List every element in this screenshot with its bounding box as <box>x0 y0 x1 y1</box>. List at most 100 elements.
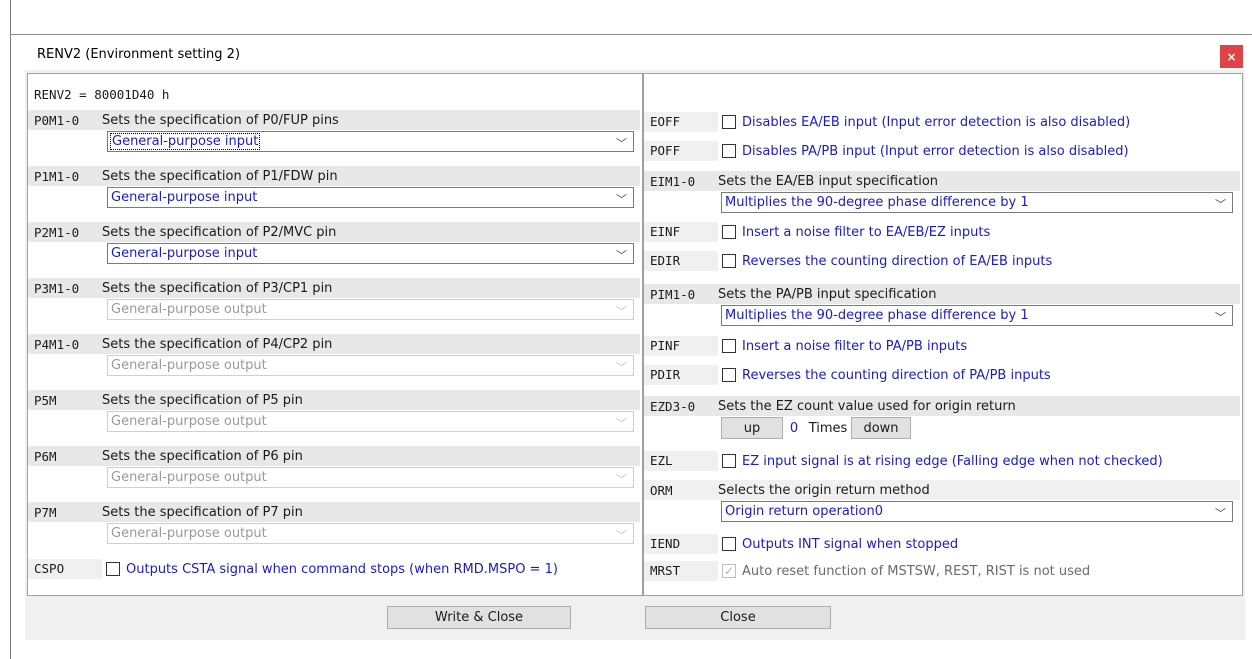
pin-row-label: P3M1-0 <box>34 280 80 296</box>
poff-text: Disables PA/PB input (Input error detect… <box>742 143 1129 159</box>
ezd-up-button[interactable]: up <box>721 417 783 439</box>
pin-mode-select: General-purpose output ﹀ <box>107 299 634 320</box>
pin-mode-value: General-purpose output <box>111 470 267 485</box>
pin-mode-select[interactable]: General-purpose input ﹀ <box>107 187 634 208</box>
chevron-down-icon: ﹀ <box>616 249 627 262</box>
eoff-text: Disables EA/EB input (Input error detect… <box>742 114 1131 130</box>
pin-row-header: P4M1-0 Sets the specification of P4/CP2 p… <box>28 334 640 354</box>
edir-checkbox[interactable] <box>722 254 736 268</box>
pin-row-label: P4M1-0 <box>34 336 80 352</box>
pin-mode-select: General-purpose output ﹀ <box>107 467 634 488</box>
right-panel: EOFF Disables EA/EB input (Input error d… <box>643 73 1243 596</box>
iend-text: Outputs INT signal when stopped <box>742 536 959 552</box>
pim-label: PIM1-0 <box>650 286 696 302</box>
pin-row-label: P7M <box>34 504 57 520</box>
pin-row-label: P1M1-0 <box>34 168 80 184</box>
pin-row-desc: Sets the specification of P7 pin <box>102 504 303 520</box>
pin-row-label: P0M1-0 <box>34 112 80 128</box>
cspo-text: Outputs CSTA signal when command stops (… <box>126 561 558 577</box>
pin-mode-select: General-purpose output ﹀ <box>107 355 634 376</box>
pin-row-desc: Sets the specification of P2/MVC pin <box>102 224 337 240</box>
eim-header: EIM1-0 Sets the EA/EB input specificatio… <box>644 171 1240 191</box>
window-title: RENV2 (Environment setting 2) <box>37 47 241 62</box>
mrst-checkbox: ✓ <box>722 564 736 578</box>
pin-mode-value: General-purpose input <box>111 190 258 205</box>
pin-row-label: P5M <box>34 392 57 408</box>
pin-mode-value: General-purpose output <box>111 358 267 373</box>
cspo-checkbox[interactable] <box>106 562 120 576</box>
pin-row-desc: Sets the specification of P3/CP1 pin <box>102 280 333 296</box>
eoff-row: EOFF Disables EA/EB input (Input error d… <box>644 112 1240 132</box>
ezd-unit: Times <box>808 420 848 436</box>
close-icon: × <box>1226 49 1237 64</box>
ezd-down-button[interactable]: down <box>851 417 911 439</box>
pin-mode-value: General-purpose output <box>111 414 267 429</box>
eoff-label: EOFF <box>644 112 718 132</box>
pin-row-desc: Sets the specification of P6 pin <box>102 448 303 464</box>
iend-checkbox[interactable] <box>722 537 736 551</box>
pin-mode-select[interactable]: General-purpose input ﹀ <box>107 131 634 152</box>
pim-header: PIM1-0 Sets the PA/PB input specificatio… <box>644 284 1240 304</box>
register-value: RENV2 = 80001D40 h <box>34 87 170 102</box>
left-panel: RENV2 = 80001D40 h P0M1-0 Sets the specif… <box>27 73 643 596</box>
close-window-button[interactable]: × <box>1220 45 1243 68</box>
pim-select[interactable]: Multiplies the 90-degree phase differenc… <box>721 305 1233 326</box>
pin-row-label: P6M <box>34 448 57 464</box>
mrst-label: MRST <box>644 561 718 581</box>
orm-header: ORM Selects the origin return method <box>644 480 1240 500</box>
chevron-down-icon: ﹀ <box>616 305 627 318</box>
pim-desc: Sets the PA/PB input specification <box>718 286 937 302</box>
ezl-text: EZ input signal is at rising edge (Falli… <box>742 453 1163 469</box>
eim-value: Multiplies the 90-degree phase differenc… <box>725 195 1029 210</box>
pin-row-header: P2M1-0 Sets the specification of P2/MVC p… <box>28 222 640 242</box>
pdir-text: Reverses the counting direction of PA/PB… <box>742 367 1051 383</box>
orm-value: Origin return operation0 <box>725 504 883 519</box>
pinf-label: PINF <box>644 336 718 356</box>
close-button[interactable]: Close <box>645 606 831 629</box>
iend-label: IEND <box>644 534 718 554</box>
pin-mode-select[interactable]: General-purpose input ﹀ <box>107 243 634 264</box>
poff-checkbox[interactable] <box>722 144 736 158</box>
ezl-label: EZL <box>644 451 718 471</box>
pin-mode-value: General-purpose input <box>111 246 258 261</box>
eoff-checkbox[interactable] <box>722 115 736 129</box>
pin-row-desc: Sets the specification of P4/CP2 pin <box>102 336 333 352</box>
ezd-label: EZD3-0 <box>650 398 696 414</box>
chevron-down-icon: ﹀ <box>1215 507 1226 520</box>
ezd-controls: up 0 Times down <box>721 417 911 439</box>
eim-select[interactable]: Multiplies the 90-degree phase differenc… <box>721 192 1233 213</box>
chevron-down-icon: ﹀ <box>616 473 627 486</box>
pin-row-header: P5M Sets the specification of P5 pin <box>28 390 640 410</box>
chevron-down-icon: ﹀ <box>1215 198 1226 211</box>
pin-mode-value: General-purpose input <box>109 133 261 150</box>
cspo-label: CSPO <box>28 559 102 579</box>
pinf-checkbox[interactable] <box>722 339 736 353</box>
dialog-body: RENV2 = 80001D40 h P0M1-0 Sets the specif… <box>25 70 1245 640</box>
chevron-down-icon: ﹀ <box>616 193 627 206</box>
orm-select[interactable]: Origin return operation0 ﹀ <box>721 501 1233 522</box>
pin-row-desc: Sets the specification of P1/FDW pin <box>102 168 338 184</box>
ezd-desc: Sets the EZ count value used for origin … <box>718 398 1016 414</box>
pin-mode-select: General-purpose output ﹀ <box>107 411 634 432</box>
pdir-checkbox[interactable] <box>722 368 736 382</box>
edir-text: Reverses the counting direction of EA/EB… <box>742 253 1053 269</box>
pin-row-header: P3M1-0 Sets the specification of P3/CP1 p… <box>28 278 640 298</box>
ezl-checkbox[interactable] <box>722 454 736 468</box>
iend-row: IEND Outputs INT signal when stopped <box>644 534 1240 554</box>
pin-row-header: P1M1-0 Sets the specification of P1/FDW p… <box>28 166 640 186</box>
eim-label: EIM1-0 <box>650 173 696 189</box>
mrst-row: MRST ✓ Auto reset function of MSTSW, RES… <box>644 561 1240 581</box>
ezl-row: EZL EZ input signal is at rising edge (F… <box>644 451 1240 471</box>
title-bar: RENV2 (Environment setting 2) × <box>25 35 1245 70</box>
einf-row: EINF Insert a noise filter to EA/EB/EZ i… <box>644 222 1240 242</box>
ezd-value: 0 <box>789 420 799 436</box>
einf-label: EINF <box>644 222 718 242</box>
pin-row-label: P2M1-0 <box>34 224 80 240</box>
einf-checkbox[interactable] <box>722 225 736 239</box>
write-close-button[interactable]: Write & Close <box>387 606 571 629</box>
pinf-row: PINF Insert a noise filter to PA/PB inpu… <box>644 336 1240 356</box>
chevron-down-icon: ﹀ <box>1215 311 1226 324</box>
pin-row-desc: Sets the specification of P0/FUP pins <box>102 112 339 128</box>
pin-mode-select: General-purpose output ﹀ <box>107 523 634 544</box>
pdir-row: PDIR Reverses the counting direction of … <box>644 365 1240 385</box>
